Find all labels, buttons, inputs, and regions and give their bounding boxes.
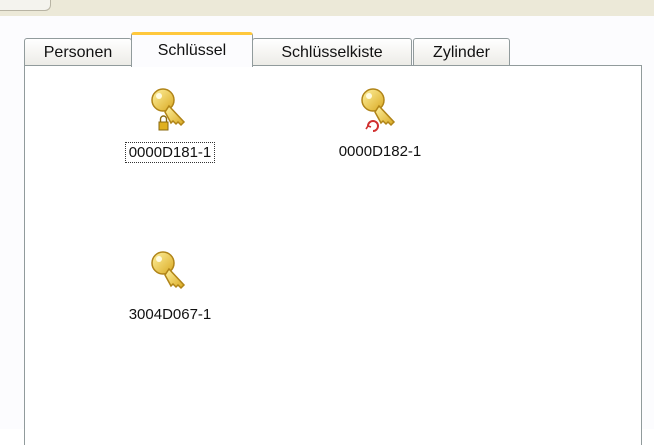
list-item[interactable]: 0000D181-1 <box>95 86 245 163</box>
window-top-strip <box>0 0 654 17</box>
key-list-panel: 0000D181-1 0000D182-1 3004D067-1 <box>24 65 642 445</box>
window-edge <box>0 0 51 11</box>
list-item[interactable]: 3004D067-1 <box>95 249 245 324</box>
key-icon <box>151 251 186 290</box>
key-refresh-icon <box>361 88 396 132</box>
tab-zylinder[interactable]: Zylinder <box>413 38 510 66</box>
item-label: 0000D181-1 <box>124 142 216 163</box>
item-label: 3004D067-1 <box>128 306 212 323</box>
key-lock-icon <box>151 88 186 131</box>
item-label: 0000D182-1 <box>338 143 422 160</box>
list-item[interactable]: 0000D182-1 <box>305 86 455 161</box>
tab-control: Personen Schlüssel Schlüsselkiste Zylind… <box>0 16 654 445</box>
tab-personen[interactable]: Personen <box>24 38 132 66</box>
tab-schluesselkiste[interactable]: Schlüsselkiste <box>252 38 412 66</box>
tab-schluessel[interactable]: Schlüssel <box>131 32 253 67</box>
